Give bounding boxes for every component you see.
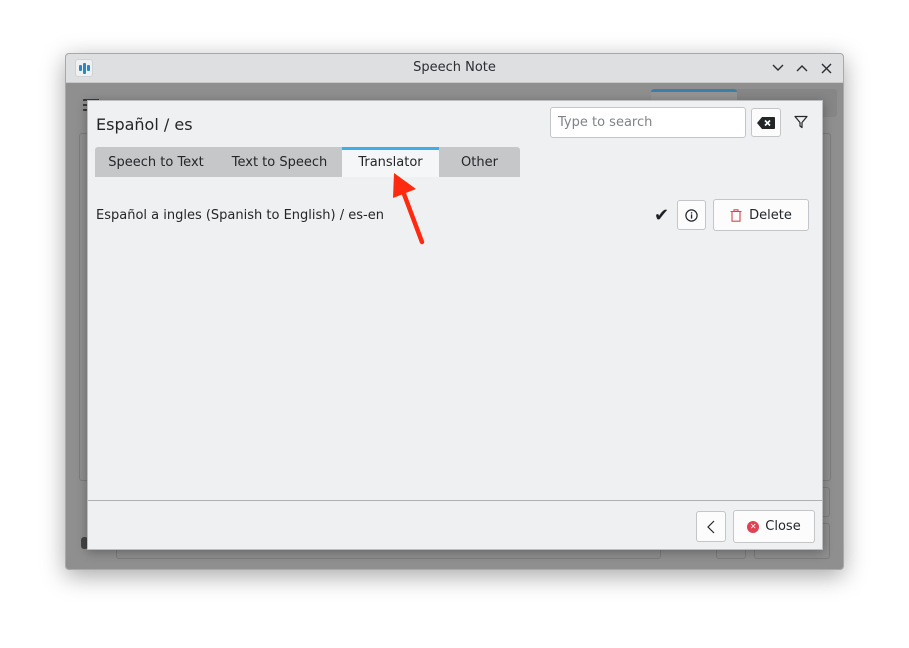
chevron-up-icon xyxy=(796,65,808,72)
back-button[interactable] xyxy=(696,511,726,542)
chevron-left-icon xyxy=(707,520,715,533)
filter-funnel-icon xyxy=(794,115,808,129)
close-button[interactable]: ✕ Close xyxy=(733,510,815,543)
checkmark-icon: ✔ xyxy=(654,205,670,226)
info-icon xyxy=(685,208,698,222)
window-title: Speech Note xyxy=(413,60,496,75)
chevron-down-icon xyxy=(772,64,784,71)
minimize-button[interactable] xyxy=(769,59,787,77)
tab-speech-to-text[interactable]: Speech to Text xyxy=(95,147,217,177)
tab-other[interactable]: Other xyxy=(439,147,520,177)
dialog-title: Español / es xyxy=(96,115,193,134)
delete-label: Delete xyxy=(749,207,792,223)
clear-search-button[interactable] xyxy=(751,108,781,137)
delete-button[interactable]: Delete xyxy=(713,199,809,231)
search-input[interactable] xyxy=(550,107,746,138)
language-models-dialog: Español / es Speech to Text Text to Spee… xyxy=(87,100,823,550)
footer-divider xyxy=(88,500,822,501)
title-bar: Speech Note xyxy=(66,54,843,83)
tab-text-to-speech[interactable]: Text to Speech xyxy=(217,147,342,177)
model-type-tabs: Speech to Text Text to Speech Translator… xyxy=(95,147,520,177)
backspace-clear-icon xyxy=(757,116,775,129)
model-name: Español a ingles (Spanish to English) / … xyxy=(96,208,384,223)
maximize-button[interactable] xyxy=(793,59,811,77)
window-close-button[interactable] xyxy=(817,59,835,77)
tab-translator[interactable]: Translator xyxy=(342,147,439,177)
close-icon xyxy=(821,63,831,73)
trash-icon xyxy=(730,208,742,222)
filter-button[interactable] xyxy=(790,110,812,134)
info-button[interactable] xyxy=(677,200,706,230)
close-circle-icon: ✕ xyxy=(747,520,760,533)
close-label: Close xyxy=(765,519,801,534)
